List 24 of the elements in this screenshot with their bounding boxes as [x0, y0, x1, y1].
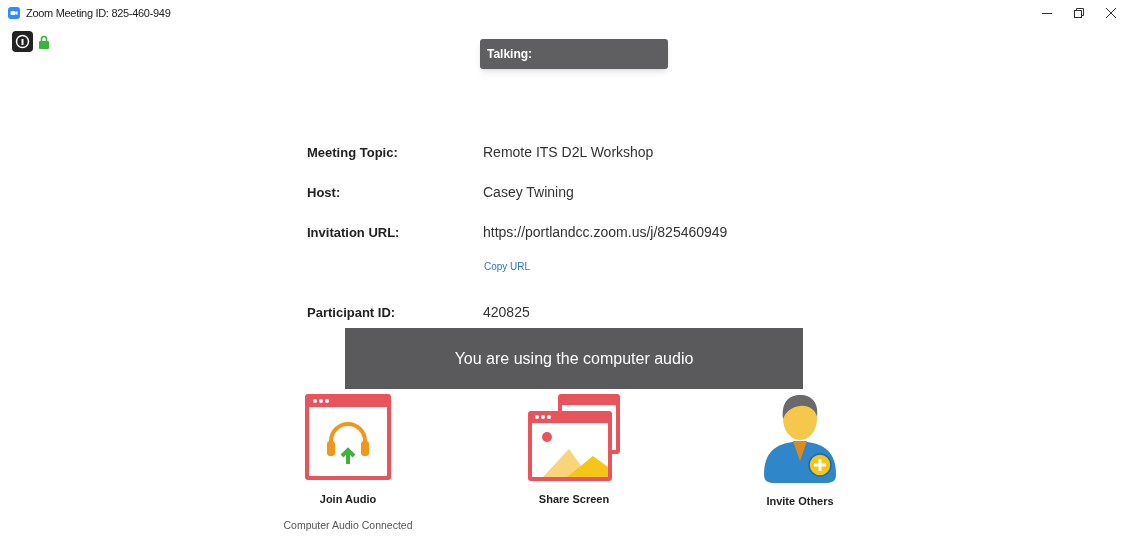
- lock-icon[interactable]: [39, 34, 49, 49]
- restore-icon[interactable]: [1074, 8, 1084, 18]
- info-value: 420825: [483, 303, 530, 322]
- info-icon[interactable]: [12, 31, 33, 52]
- info-label: Host:: [307, 183, 342, 202]
- audio-toast: You are using the computer audio: [345, 328, 803, 389]
- info-value: Remote ITS D2L Workshop: [483, 143, 654, 162]
- info-value: https://portlandcc.zoom.us/j/825460949: [483, 223, 728, 242]
- info-label: Participant ID:: [307, 303, 397, 322]
- info-value: Casey Twining: [483, 183, 574, 202]
- copy-url-link[interactable]: Copy URL: [484, 259, 1132, 274]
- person-add-icon: [762, 393, 838, 485]
- talking-indicator: Talking:: [480, 39, 668, 69]
- image-windows-icon: [527, 393, 621, 483]
- window-title: Zoom Meeting ID: 825-460-949: [26, 5, 171, 21]
- info-label: Meeting Topic:: [307, 143, 399, 162]
- camera-app-icon: [8, 7, 20, 19]
- action-button[interactable]: Join Audio: [304, 393, 392, 508]
- info-label: Invitation URL:: [307, 223, 401, 242]
- close-icon[interactable]: [1106, 8, 1116, 18]
- action-button[interactable]: Share Screen: [527, 393, 621, 508]
- audio-status: Computer Audio Connected: [283, 517, 413, 533]
- action-button[interactable]: Invite Others: [762, 393, 838, 510]
- headphones-window-icon: [304, 393, 392, 483]
